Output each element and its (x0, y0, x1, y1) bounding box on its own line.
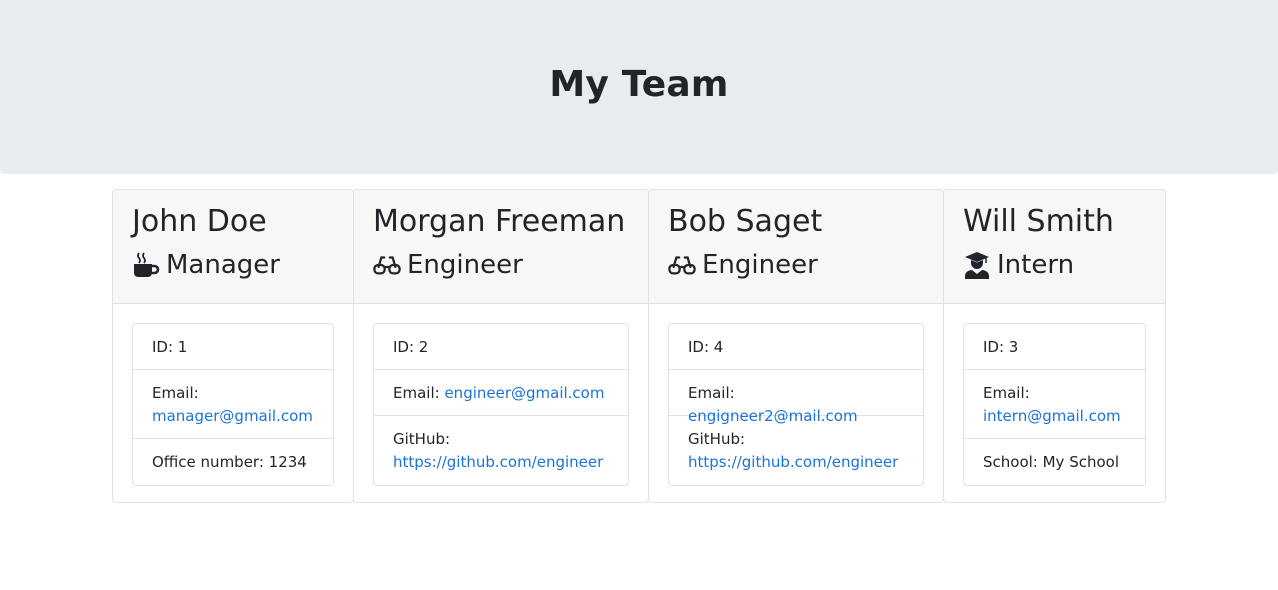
github-link[interactable]: https://github.com/engineer (393, 451, 609, 474)
email-label: Email: (688, 384, 735, 402)
email-label: Email: (393, 384, 440, 402)
id-item: ID: 1 (133, 324, 333, 370)
employee-name: John Doe (132, 204, 267, 239)
office-number-item: Office number: 1234 (152, 453, 307, 471)
email-item: Email: intern@gmail.com (964, 370, 1145, 439)
email-label: Email: (152, 384, 199, 402)
card-body: ID: 4 Email: engigneer2@mail.com GitHub:… (649, 304, 943, 486)
page-header: My Team (0, 0, 1278, 174)
github-item: GitHub: https://github.com/engineer (374, 416, 628, 485)
id-item: ID: 4 (669, 324, 923, 370)
details-list: ID: 3 Email: intern@gmail.com School: My… (963, 323, 1146, 486)
mug-icon (132, 251, 160, 279)
glasses-icon (373, 251, 401, 279)
github-label: GitHub: (393, 430, 451, 448)
glasses-icon (668, 251, 696, 279)
email-link[interactable]: intern@gmail.com (983, 405, 1126, 428)
employee-card-intern: Will Smith Intern ID: 3 Email: intern@gm… (943, 189, 1166, 503)
employee-name: Morgan Freeman (373, 204, 626, 239)
card-body: ID: 1 Email: manager@gmail.com Office nu… (113, 304, 353, 486)
id-item: ID: 3 (964, 324, 1145, 370)
employee-card-manager: John Doe Manager ID: 1 Email: manager@gm… (112, 189, 354, 503)
card-header: Will Smith Intern (944, 190, 1165, 304)
card-body: ID: 2 Email: engineer@gmail.com GitHub: … (354, 304, 648, 486)
role-label: Engineer (702, 250, 818, 280)
email-item: Email: engigneer2@mail.com (669, 370, 923, 425)
email-link[interactable]: engineer@gmail.com (444, 384, 604, 402)
id-item: ID: 2 (374, 324, 628, 370)
details-list: ID: 4 Email: engigneer2@mail.com GitHub:… (668, 323, 924, 486)
details-list: ID: 1 Email: manager@gmail.com Office nu… (132, 323, 334, 486)
email-link[interactable]: engigneer2@mail.com (688, 407, 858, 425)
card-header: Bob Saget Engineer (649, 190, 943, 304)
email-item: Email: manager@gmail.com (133, 370, 333, 439)
email-item: Email: engineer@gmail.com (374, 370, 628, 416)
school-item: School: My School (983, 453, 1120, 471)
graduate-icon (963, 251, 991, 279)
employee-role: Engineer (373, 247, 648, 283)
employee-card-engineer: Morgan Freeman Engineer ID: 2 Email: eng… (353, 189, 649, 503)
email-link[interactable]: manager@gmail.com (152, 405, 314, 428)
card-header: Morgan Freeman Engineer (354, 190, 648, 304)
employee-card-engineer: Bob Saget Engineer ID: 4 Email: engignee… (648, 189, 944, 503)
employee-role: Engineer (668, 247, 943, 283)
role-label: Intern (997, 250, 1075, 280)
employee-name: Will Smith (963, 204, 1114, 239)
details-list: ID: 2 Email: engineer@gmail.com GitHub: … (373, 323, 629, 486)
github-link[interactable]: https://github.com/engineer (688, 451, 904, 474)
page-title: My Team (549, 63, 729, 105)
employee-name: Bob Saget (668, 204, 823, 239)
github-label: GitHub: (688, 430, 746, 448)
card-header: John Doe Manager (113, 190, 353, 304)
role-label: Manager (166, 250, 280, 280)
employee-role: Manager (132, 247, 353, 283)
card-body: ID: 3 Email: intern@gmail.com School: My… (944, 304, 1165, 486)
employee-role: Intern (963, 247, 1165, 283)
role-label: Engineer (407, 250, 523, 280)
email-label: Email: (983, 384, 1030, 402)
